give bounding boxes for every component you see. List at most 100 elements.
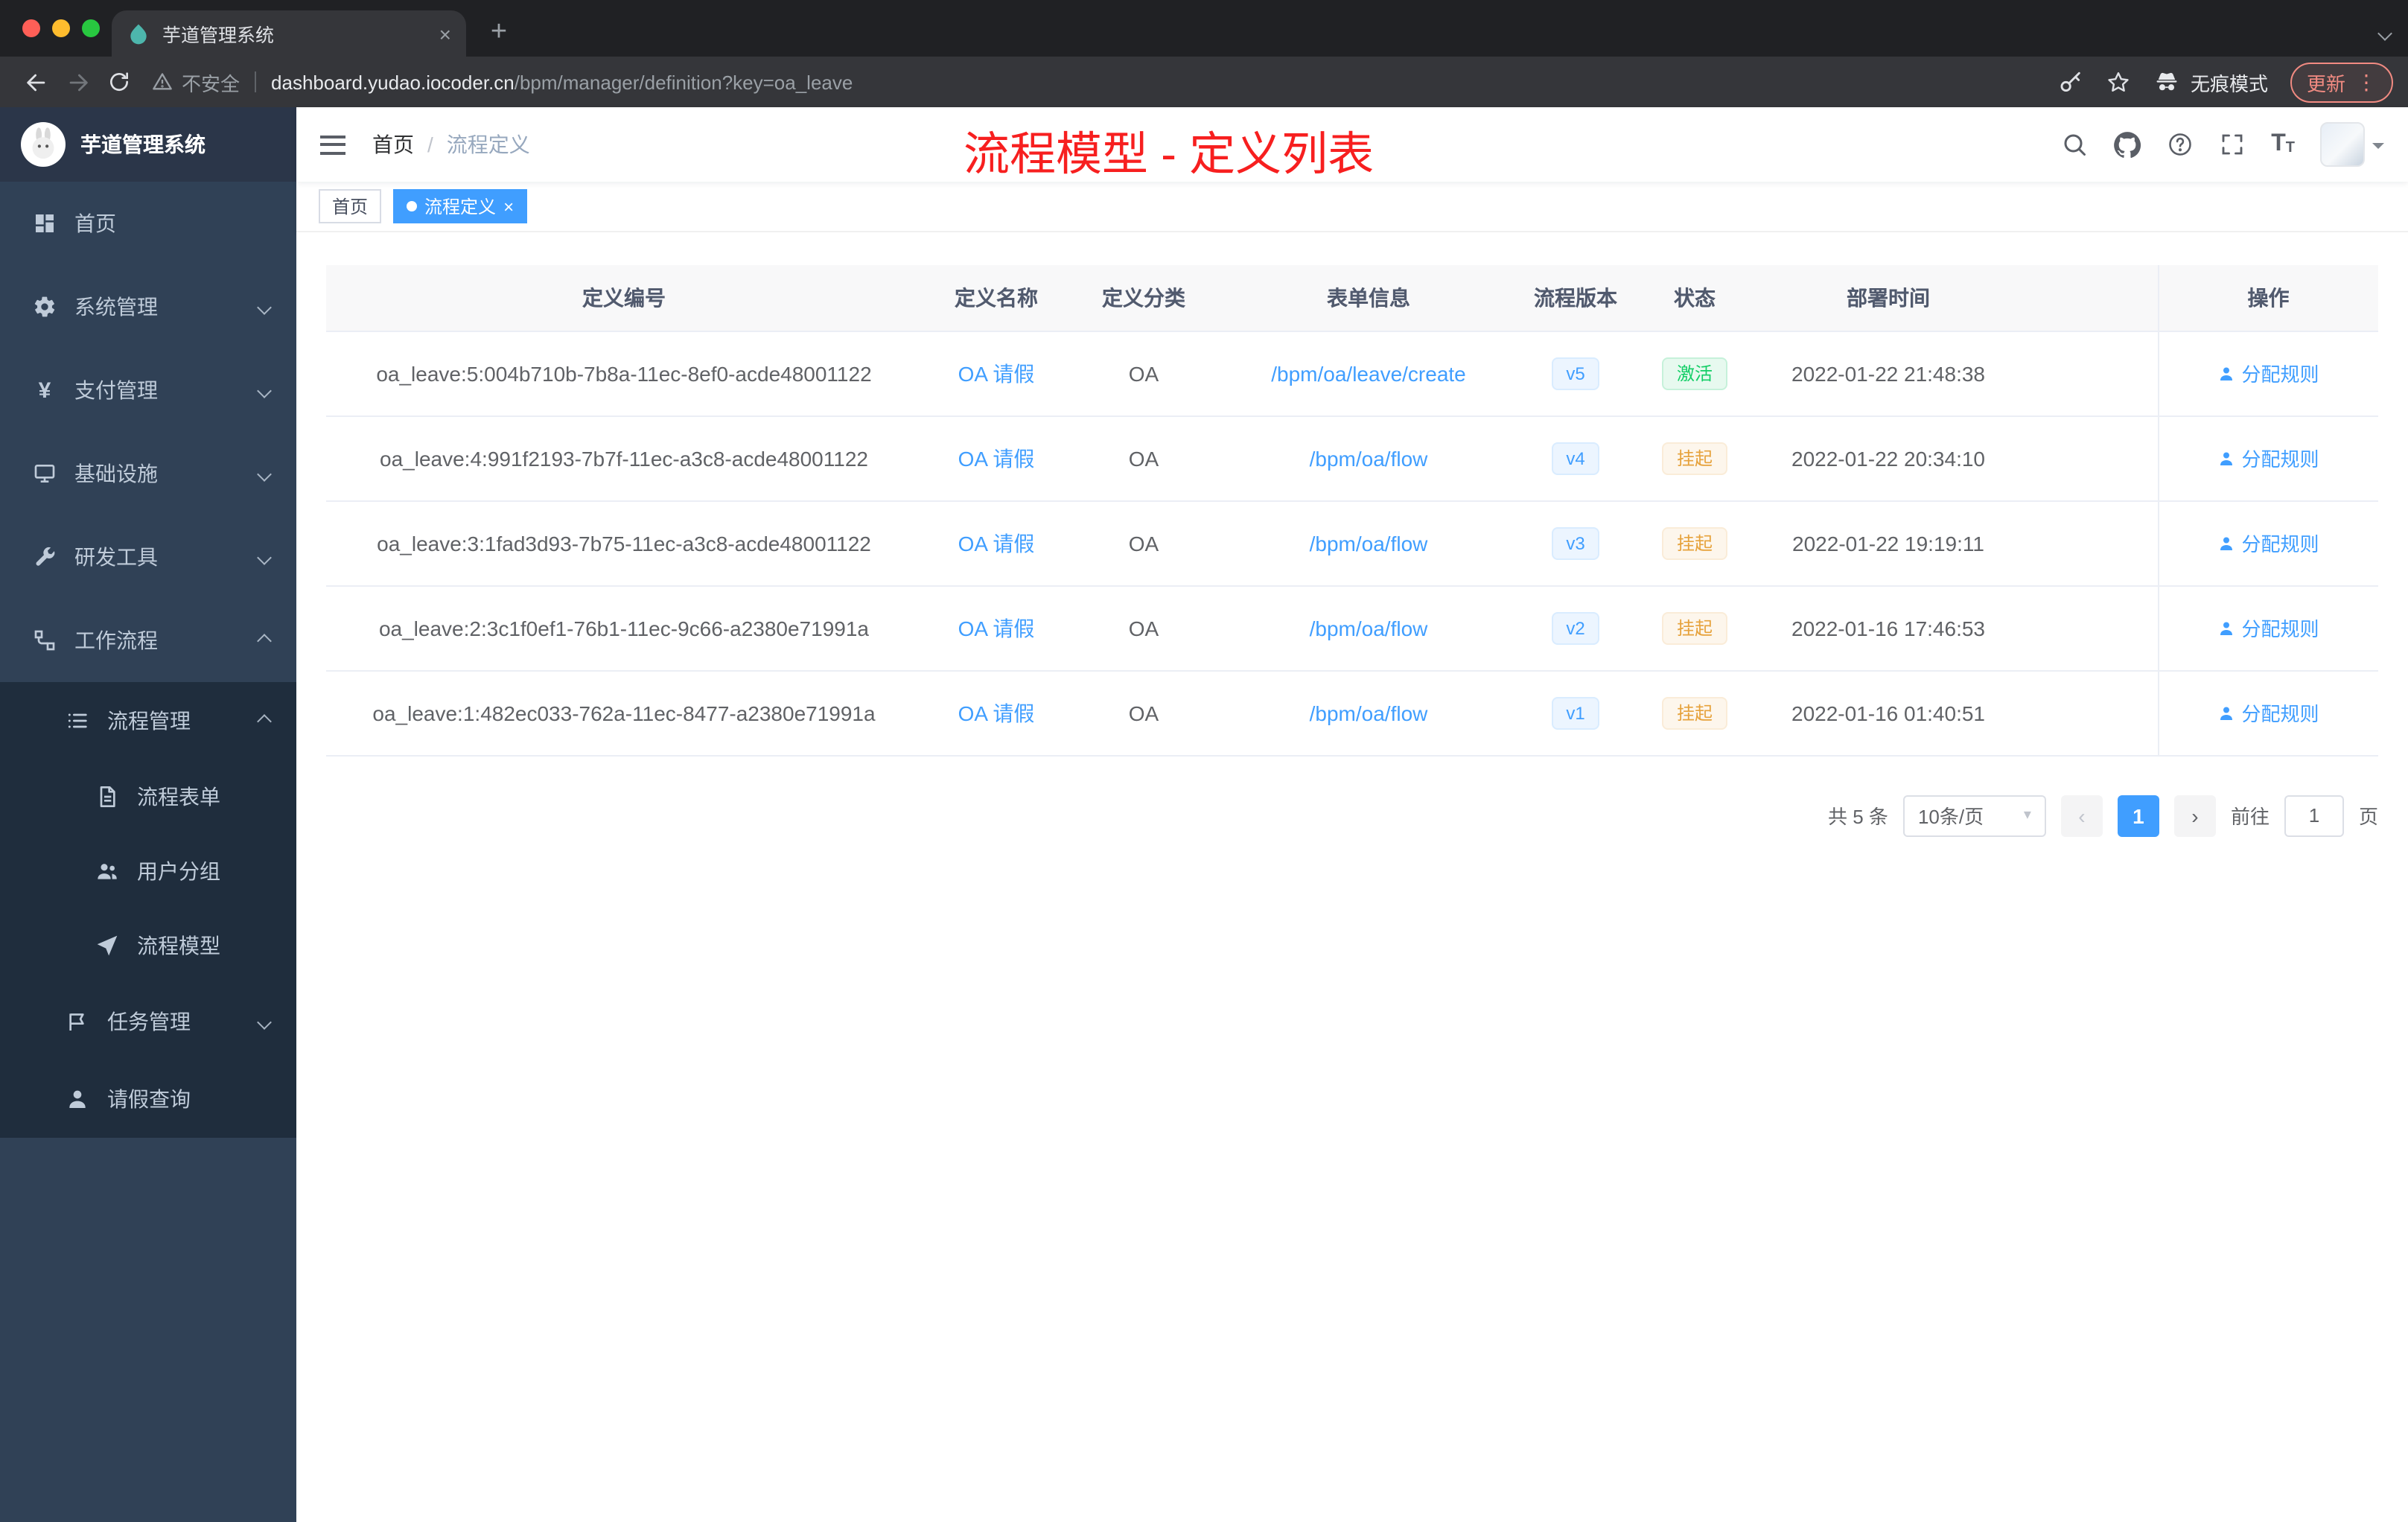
table-row: oa_leave:1:482ec033-762a-11ec-8477-a2380… [326,670,2378,756]
fullscreen-icon[interactable] [2219,131,2246,158]
sidebar-item-label: 首页 [74,211,116,235]
sidebar-item-label: 支付管理 [74,378,158,402]
github-icon[interactable] [2113,130,2141,159]
address-divider [255,71,257,92]
page-annotation: 流程模型 - 定义列表 [963,128,1375,180]
sidebar-item-user-group[interactable]: 用户分组 [0,834,296,908]
definition-name-link[interactable]: OA 请假 [958,701,1035,725]
sidebar-item-infrastructure[interactable]: 基础设施 [0,432,296,515]
sidebar-item-home[interactable]: 首页 [0,182,296,265]
sidebar-item-label: 流程表单 [137,785,220,809]
sidebar-item-workflow[interactable]: 工作流程 [0,599,296,682]
sidebar-item-label: 基础设施 [74,462,158,485]
form-link[interactable]: /bpm/oa/flow [1310,701,1428,725]
form-link[interactable]: /bpm/oa/flow [1310,616,1428,640]
sidebar-item-process-form[interactable]: 流程表单 [0,760,296,834]
monitor-icon [33,462,57,485]
col-process-version: 流程版本 [1520,265,1631,331]
search-icon[interactable] [2061,131,2088,158]
col-definition-id: 定义编号 [326,265,922,331]
deploy-time: 2022-01-22 21:48:38 [1791,361,1985,385]
browser-tab[interactable]: 芋道管理系统 × [112,10,466,57]
window-close-button[interactable] [22,19,40,37]
back-button[interactable] [15,61,57,103]
sidebar-item-system[interactable]: 系统管理 [0,265,296,348]
tag-process-definition[interactable]: 流程定义 × [393,189,528,223]
user-icon [2220,451,2233,465]
sidebar-item-label: 流程模型 [137,934,220,958]
tab-close-icon[interactable]: × [439,23,451,44]
page-size-select[interactable]: 10条/页 ▾ [1902,795,2046,836]
password-key-icon[interactable] [2058,69,2083,95]
tag-home[interactable]: 首页 [319,189,382,223]
chrome-menu-icon[interactable]: ⋮ [2356,71,2377,92]
tab-search-chevron-icon[interactable] [2377,19,2392,46]
yen-icon: ¥ [38,378,51,403]
form-link[interactable]: /bpm/oa/flow [1310,446,1428,470]
pagination: 共 5 条 10条/页 ▾ ‹ 1 › 前往 页 [326,795,2378,836]
definition-category: OA [1128,701,1159,725]
url-path: /bpm/manager/definition?key=oa_leave [514,71,853,93]
sidebar-logo[interactable]: 芋道管理系统 [0,107,296,182]
sidebar-item-process-management[interactable]: 流程管理 [0,682,296,760]
window-minimize-button[interactable] [52,19,70,37]
tools-icon [33,545,57,569]
definition-name-link[interactable]: OA 请假 [958,446,1035,470]
deploy-time: 2022-01-22 20:34:10 [1791,446,1985,470]
definition-id: oa_leave:2:3c1f0ef1-76b1-11ec-9c66-a2380… [378,616,869,640]
bookmark-star-icon[interactable] [2106,69,2131,95]
workflow-icon [33,628,57,652]
next-page-button[interactable]: › [2173,795,2216,836]
sidebar-item-devtools[interactable]: 研发工具 [0,515,296,599]
page-number-button[interactable]: 1 [2117,795,2159,836]
definition-name-link[interactable]: OA 请假 [958,361,1035,385]
user-avatar-menu[interactable] [2320,122,2384,167]
goto-page-input[interactable] [2284,795,2344,836]
form-link[interactable]: /bpm/oa/leave/create [1271,361,1466,385]
font-size-icon[interactable]: TT [2271,132,2295,156]
address-bar[interactable]: 不安全 dashboard.yudao.iocoder.cn/bpm/manag… [152,68,2040,96]
assign-rule-link[interactable]: 分配规则 [2217,698,2319,727]
browser-tab-strip: 芋道管理系统 × + [0,0,2408,57]
reload-button[interactable] [98,61,140,103]
assign-rule-link[interactable]: 分配规则 [2217,614,2319,642]
form-link[interactable]: /bpm/oa/flow [1310,531,1428,555]
table-row: oa_leave:2:3c1f0ef1-76b1-11ec-9c66-a2380… [326,585,2378,671]
workspace: 芋道管理系统 首页 系统管理 ¥ 支付管理 基础设施 研发工具 工作流程 流程管… [0,107,2408,1522]
help-icon[interactable] [2167,131,2194,158]
sidebar-item-leave-query[interactable]: 请假查询 [0,1060,296,1138]
definition-name-link[interactable]: OA 请假 [958,616,1035,640]
breadcrumb-home[interactable]: 首页 [372,130,414,159]
window-zoom-button[interactable] [82,19,100,37]
users-icon [95,859,119,883]
version-badge: v1 [1551,696,1600,729]
window-controls [22,19,100,37]
version-badge: v4 [1551,442,1600,474]
deploy-time: 2022-01-22 19:19:11 [1792,531,1984,555]
forward-button[interactable] [57,61,98,103]
user-icon [2220,621,2233,634]
table-row: oa_leave:3:1fad3d93-7b75-11ec-a3c8-acde4… [326,500,2378,586]
assign-rule-link[interactable]: 分配规则 [2217,359,2319,387]
page-size-value: 10条/页 [1917,806,1984,828]
table-row: oa_leave:5:004b710b-7b8a-11ec-8ef0-acde4… [326,331,2378,416]
chrome-update-button[interactable]: 更新 ⋮ [2290,62,2393,102]
tag-close-icon[interactable]: × [503,197,514,215]
sidebar-item-payment[interactable]: ¥ 支付管理 [0,348,296,432]
url-text[interactable]: dashboard.yudao.iocoder.cn/bpm/manager/d… [271,71,853,93]
status-badge: 挂起 [1661,611,1727,644]
definition-name-link[interactable]: OA 请假 [958,531,1035,555]
new-tab-button[interactable]: + [480,13,518,52]
assign-rule-link[interactable]: 分配规则 [2217,529,2319,557]
prev-page-button[interactable]: ‹ [2060,795,2103,836]
sidebar-item-process-model[interactable]: 流程模型 [0,908,296,983]
sidebar-toggle-button[interactable] [320,135,345,154]
gear-icon [33,295,57,319]
version-badge: v3 [1551,526,1600,559]
chevron-down-icon [257,550,272,564]
security-indicator[interactable]: 不安全 [152,68,240,96]
sidebar-item-task-management[interactable]: 任务管理 [0,983,296,1060]
avatar[interactable] [2320,122,2365,167]
sidebar-item-label: 请假查询 [107,1087,191,1111]
assign-rule-link[interactable]: 分配规则 [2217,444,2319,472]
